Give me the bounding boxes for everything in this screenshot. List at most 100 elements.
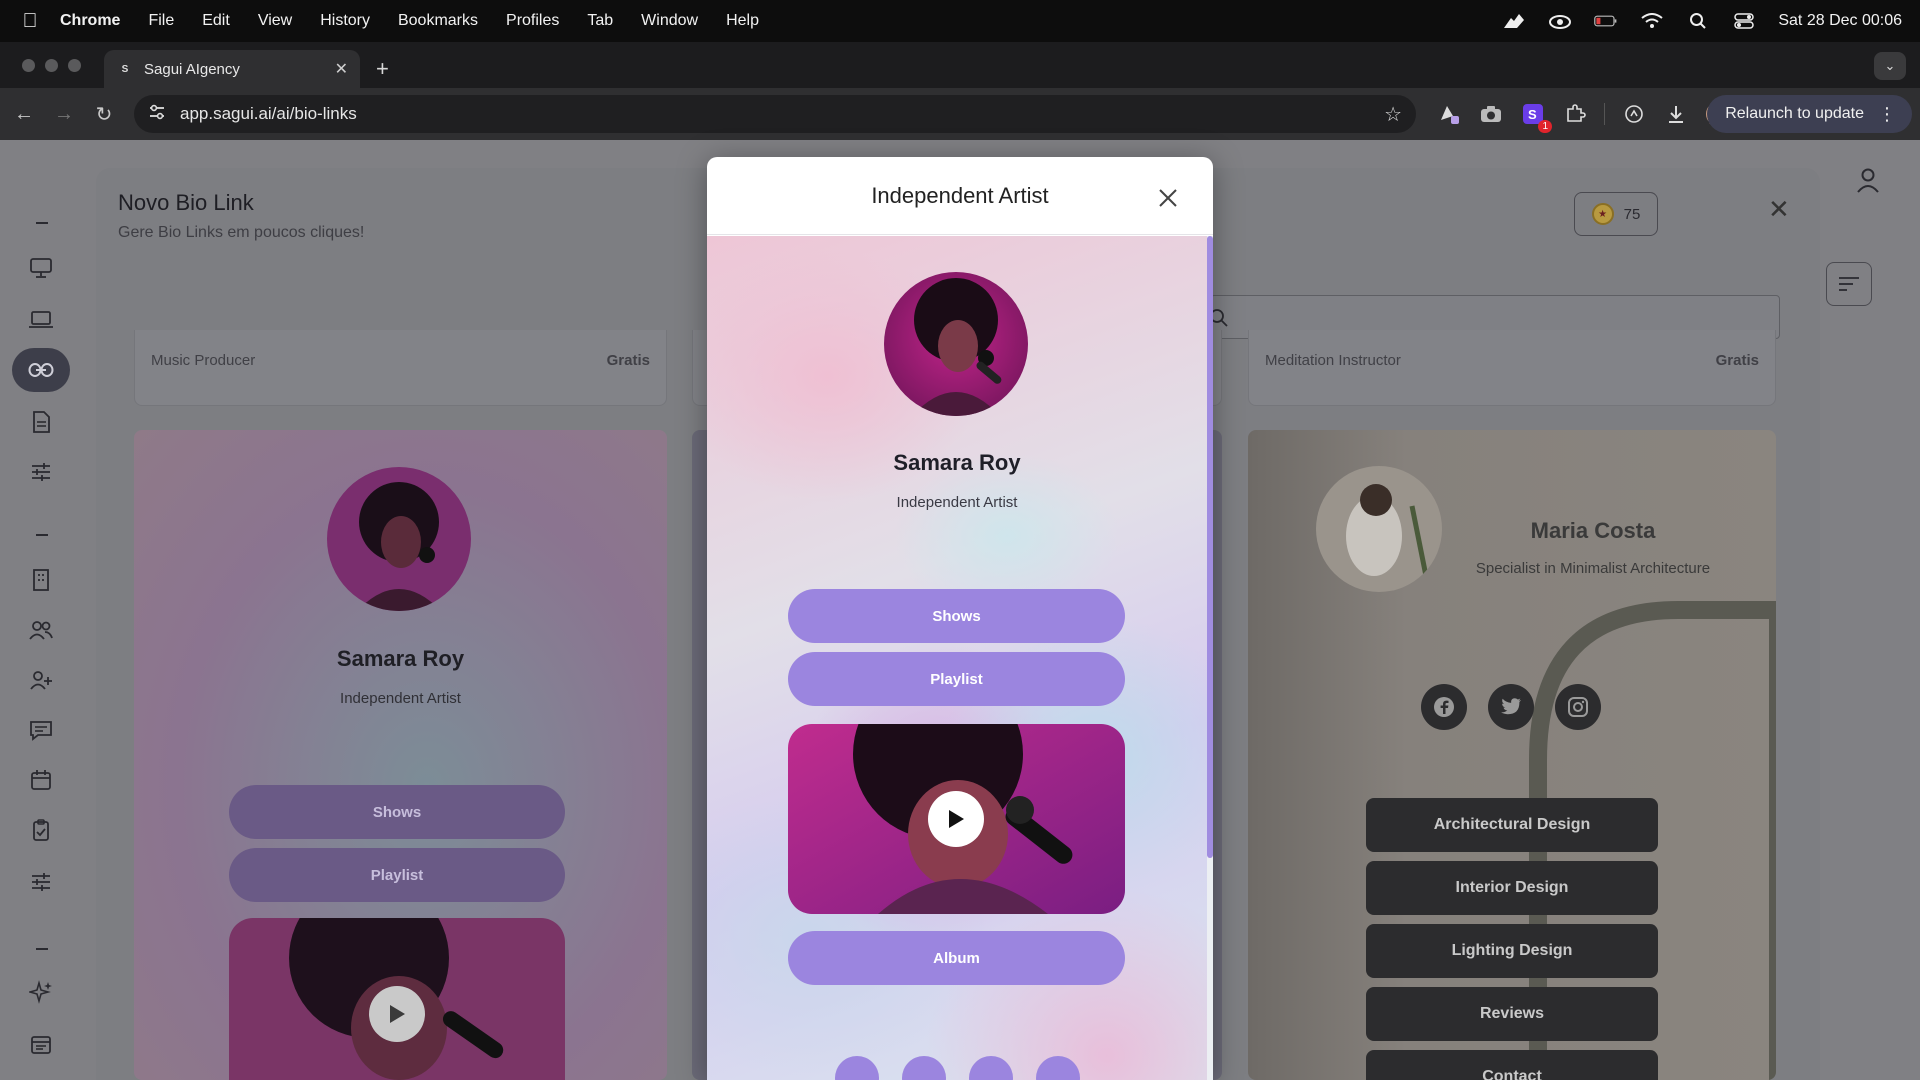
bio-link-preview[interactable]: Samara Roy Independent Artist Shows Play…	[707, 236, 1207, 1080]
social-link-icon[interactable]	[969, 1056, 1013, 1080]
coin-icon: ★	[1591, 203, 1614, 225]
menu-profiles[interactable]: Profiles	[506, 12, 559, 30]
menu-history[interactable]: History	[320, 12, 370, 30]
artist-name: Samara Roy	[893, 450, 1021, 475]
site-settings-icon[interactable]	[148, 103, 166, 126]
template-card-meditation-instructor[interactable]: Meditation Instructor Gratis	[1248, 330, 1776, 406]
sidebar-item-add-user[interactable]	[12, 658, 70, 702]
forward-arrow-icon[interactable]: →	[44, 94, 84, 134]
sidebar-item-bio-links[interactable]	[12, 348, 70, 392]
menu-bookmarks[interactable]: Bookmarks	[398, 12, 478, 30]
menu-help[interactable]: Help	[726, 12, 759, 30]
back-arrow-icon[interactable]: ←	[4, 94, 44, 134]
filter-button[interactable]	[1826, 262, 1872, 306]
sidebar-item-tasks[interactable]	[12, 808, 70, 852]
more-vertical-icon[interactable]: ⋮	[1878, 105, 1896, 123]
camera-extension-icon[interactable]	[1478, 101, 1504, 127]
menu-file[interactable]: File	[148, 12, 174, 30]
sidebar-item-laptop[interactable]	[12, 298, 70, 342]
relaunch-to-update-button[interactable]: Relaunch to update ⋮	[1707, 95, 1912, 133]
reviews-button: Reviews	[1366, 987, 1658, 1041]
clipboard-check-icon	[33, 819, 49, 841]
sidebar-item-schedule[interactable]	[12, 1022, 70, 1066]
album-button[interactable]: Album	[788, 931, 1125, 985]
tab-title: Sagui AIgency	[144, 60, 240, 78]
filter-lines-icon	[1839, 277, 1859, 291]
playlist-button[interactable]: Playlist	[788, 652, 1125, 706]
wifi-icon[interactable]	[1640, 9, 1664, 33]
shows-button[interactable]: Shows	[788, 589, 1125, 643]
zoom-window-button[interactable]	[68, 59, 81, 72]
sidebar-item-company[interactable]	[12, 558, 70, 602]
apple-menu-icon[interactable]: 	[0, 10, 60, 33]
relaunch-label: Relaunch to update	[1725, 105, 1864, 122]
performance-icon[interactable]	[1621, 101, 1647, 127]
site-favicon-icon: S	[121, 63, 129, 75]
tab-search-chevron-icon[interactable]: ⌄	[1874, 52, 1906, 80]
address-bar[interactable]: app.sagui.ai/ai/bio-links ☆	[134, 95, 1416, 133]
extension-puzzle-profile-icon[interactable]	[1436, 101, 1462, 127]
document-icon	[33, 411, 50, 433]
menu-clock[interactable]: Sat 28 Dec 00:06	[1778, 12, 1902, 30]
menu-edit[interactable]: Edit	[202, 12, 230, 30]
video-thumbnail	[229, 918, 565, 1080]
control-center-icon[interactable]	[1732, 9, 1756, 33]
spotlight-search-icon[interactable]	[1686, 9, 1710, 33]
sidebar-item-desktop[interactable]	[12, 246, 70, 290]
sidebar-item-ai-magic[interactable]	[12, 970, 70, 1014]
preview-scrollbar[interactable]	[1207, 236, 1213, 1080]
twitter-icon	[1488, 684, 1534, 730]
menu-window[interactable]: Window	[641, 12, 698, 30]
browser-tab-active[interactable]: S Sagui AIgency ✕	[104, 50, 360, 88]
url-text[interactable]: app.sagui.ai/ai/bio-links	[180, 104, 1384, 124]
extensions-puzzle-icon[interactable]	[1562, 101, 1588, 127]
battery-icon[interactable]	[1594, 9, 1618, 33]
menu-view[interactable]: View	[258, 12, 292, 30]
close-panel-icon[interactable]: ✕	[1768, 194, 1790, 225]
close-tab-icon[interactable]: ✕	[335, 59, 348, 79]
instagram-icon[interactable]	[902, 1056, 946, 1080]
menu-icon[interactable]	[1036, 1056, 1080, 1080]
playlist-button: Playlist	[229, 848, 565, 902]
sidebar-item-adjustments[interactable]	[12, 450, 70, 494]
shows-button: Shows	[229, 785, 565, 839]
sidebar-item-team[interactable]	[12, 608, 70, 652]
download-icon[interactable]	[1663, 101, 1689, 127]
play-button-icon[interactable]	[928, 791, 984, 847]
minimize-window-button[interactable]	[45, 59, 58, 72]
close-modal-icon[interactable]	[1157, 187, 1179, 209]
browser-toolbar: ← → ↻ app.sagui.ai/ai/bio-links ☆ S 1 Re…	[0, 88, 1920, 140]
cloud-status-icon[interactable]	[1548, 9, 1572, 33]
lighting-design-button: Lighting Design	[1366, 924, 1658, 978]
sidebar-item-documents[interactable]	[12, 400, 70, 444]
architectural-design-button: Architectural Design	[1366, 798, 1658, 852]
bookmark-star-icon[interactable]: ☆	[1384, 102, 1402, 127]
purple-extension-icon[interactable]: S 1	[1520, 101, 1552, 133]
sidebar-item-settings[interactable]	[12, 860, 70, 904]
reload-icon[interactable]: ↻	[84, 94, 124, 134]
contact-button: Contact	[1366, 1050, 1658, 1080]
template-price: Gratis	[1715, 352, 1759, 369]
template-card-independent-artist[interactable]: Samara Roy Independent Artist Shows Play…	[134, 430, 667, 1080]
menu-app-name[interactable]: Chrome	[60, 12, 120, 30]
new-tab-button[interactable]: +	[376, 56, 389, 82]
sidebar-item-calendar[interactable]	[12, 758, 70, 802]
menu-tab[interactable]: Tab	[587, 12, 613, 30]
preview-scrollbar-thumb[interactable]	[1207, 236, 1213, 858]
page-title: Novo Bio Link	[118, 190, 254, 215]
modal-header: Independent Artist	[707, 157, 1213, 235]
credits-count: 75	[1623, 205, 1641, 223]
artist-name: Samara Roy	[336, 646, 465, 671]
social-link-icon[interactable]	[835, 1056, 879, 1080]
close-window-button[interactable]	[22, 59, 35, 72]
chat-icon	[30, 721, 52, 741]
bird-status-icon[interactable]	[1502, 9, 1526, 33]
credits-badge[interactable]: ★ 75	[1574, 192, 1658, 236]
sidebar-item-chat[interactable]	[12, 708, 70, 752]
template-card-music-producer[interactable]: Music Producer Gratis	[134, 330, 667, 406]
laptop-icon	[29, 311, 53, 328]
user-account-icon[interactable]	[1848, 160, 1888, 200]
video-player[interactable]	[788, 724, 1125, 914]
sidebar-divider	[36, 948, 48, 950]
template-card-architect[interactable]: Maria Costa Specialist in Minimalist Arc…	[1248, 430, 1776, 1080]
